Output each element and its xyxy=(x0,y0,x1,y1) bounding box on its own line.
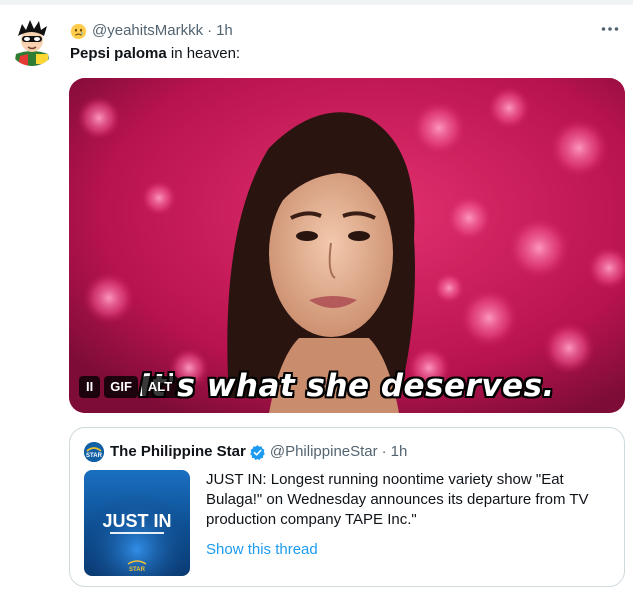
philippine-star-logo-icon: STAR xyxy=(84,442,104,462)
author-avatar[interactable] xyxy=(8,18,56,66)
quote-author-name[interactable]: The Philippine Star xyxy=(110,442,246,462)
tweet-text-bold: Pepsi paloma xyxy=(70,45,167,62)
quote-thumbnail[interactable]: JUST IN STAR xyxy=(84,470,190,576)
tweet-text-rest: in heaven: xyxy=(166,45,241,62)
quote-avatar-label: STAR xyxy=(86,453,103,459)
quote-text: JUST IN: Longest running noontime variet… xyxy=(206,471,589,528)
header-separator: · xyxy=(207,22,213,39)
cartoon-avatar-icon xyxy=(8,18,56,66)
tweet-time[interactable]: 1h xyxy=(216,21,233,41)
pause-button[interactable]: II xyxy=(79,376,101,398)
author-handle[interactable]: @yeahitsMarkkk xyxy=(92,21,203,41)
media-controls: II GIF ALT xyxy=(79,376,179,398)
quote-avatar[interactable]: STAR xyxy=(84,442,104,462)
more-button[interactable] xyxy=(599,18,621,40)
quote-header: STAR The Philippine Star @PhilippineStar… xyxy=(84,442,407,462)
thumbnail-headline: JUST IN xyxy=(102,511,171,531)
gif-frame-image xyxy=(69,78,625,413)
gif-media[interactable]: It's what she deserves. II GIF ALT xyxy=(69,78,625,413)
thumbnail-brand: STAR xyxy=(129,567,146,573)
tearful-face-icon xyxy=(70,23,87,39)
tweet-text: Pepsi paloma in heaven: xyxy=(70,44,240,64)
tweet-header: @yeahitsMarkkk · 1h xyxy=(70,21,233,41)
top-divider xyxy=(0,0,633,5)
quote-separator: · xyxy=(381,443,387,460)
verified-badge-icon xyxy=(250,444,265,460)
show-thread-link[interactable]: Show this thread xyxy=(206,540,318,560)
gif-badge[interactable]: GIF xyxy=(104,376,138,398)
quote-time[interactable]: 1h xyxy=(391,442,408,462)
alt-button[interactable]: ALT xyxy=(141,376,179,398)
quote-author-handle[interactable]: @PhilippineStar xyxy=(270,442,378,462)
quoted-tweet[interactable]: STAR The Philippine Star @PhilippineStar… xyxy=(69,427,625,587)
more-horizontal-icon xyxy=(601,27,619,31)
just-in-thumbnail-image: JUST IN STAR xyxy=(84,470,190,576)
